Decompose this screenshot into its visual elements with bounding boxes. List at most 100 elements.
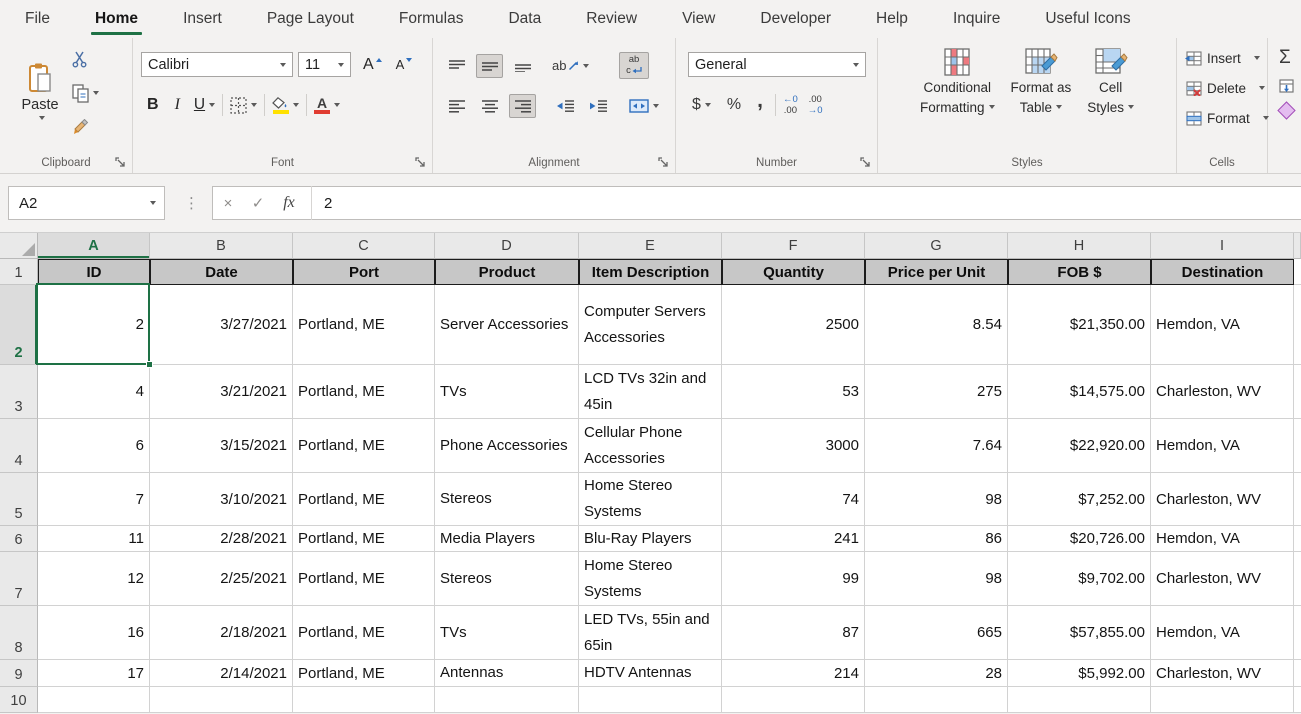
top-align-button[interactable] [443,54,470,78]
header-cell-A1[interactable]: ID [38,259,150,285]
name-box[interactable]: A2 [8,186,165,220]
cell-C9[interactable]: Portland, ME [293,660,435,687]
cell-extra[interactable] [1294,473,1301,526]
cell-extra[interactable] [1294,365,1301,419]
merge-center-button[interactable] [629,99,659,113]
cell-C10[interactable] [293,687,435,713]
column-header-E[interactable]: E [579,233,722,259]
tab-review[interactable]: Review [584,0,639,38]
increase-decimal-button[interactable]: ←0 .00 [783,95,798,115]
middle-align-button[interactable] [476,54,503,78]
cell-I4[interactable]: Hemdon, VA [1151,419,1294,473]
cell-D5[interactable]: Stereos [435,473,579,526]
cell-H10[interactable] [1008,687,1151,713]
cell-A10[interactable] [38,687,150,713]
row-header-1[interactable]: 1 [0,259,38,285]
format-painter-button[interactable] [72,116,99,138]
cell-D2[interactable]: Server Accessories [435,285,579,365]
cell-extra[interactable] [1294,526,1301,552]
align-center-button[interactable] [476,94,503,118]
cell-F3[interactable]: 53 [722,365,865,419]
column-header-I[interactable]: I [1151,233,1294,259]
cell-B5[interactable]: 3/10/2021 [150,473,293,526]
formula-input[interactable]: 2 [312,195,332,212]
cell-D6[interactable]: Media Players [435,526,579,552]
tab-developer[interactable]: Developer [758,0,833,38]
cell-extra[interactable] [1294,687,1301,713]
align-right-button[interactable] [509,94,536,118]
column-header-A[interactable]: A [38,233,150,259]
cell-I10[interactable] [1151,687,1294,713]
cell-E4[interactable]: Cellular Phone Accessories [579,419,722,473]
copy-button[interactable] [72,82,99,104]
shrink-font-button[interactable]: A [396,57,413,72]
tab-formulas[interactable]: Formulas [397,0,466,38]
italic-button[interactable]: I [175,96,180,114]
cancel-icon[interactable]: × [213,195,243,212]
cell-B9[interactable]: 2/14/2021 [150,660,293,687]
tab-data[interactable]: Data [506,0,543,38]
cell-D9[interactable]: Antennas [435,660,579,687]
cell-C5[interactable]: Portland, ME [293,473,435,526]
header-cell-H1[interactable]: FOB $ [1008,259,1151,285]
conditional-formatting-button[interactable]: Conditional Formatting [920,46,995,173]
column-header-F[interactable]: F [722,233,865,259]
align-left-button[interactable] [443,94,470,118]
cell-A9[interactable]: 17 [38,660,150,687]
cell-G5[interactable]: 98 [865,473,1008,526]
alignment-dialog-launcher-icon[interactable] [658,157,670,169]
header-cell-C1[interactable]: Port [293,259,435,285]
cut-button[interactable] [72,48,99,70]
percent-style-button[interactable]: % [727,96,741,114]
cell-extra[interactable] [1294,259,1301,285]
tab-inquire[interactable]: Inquire [951,0,1002,38]
wrap-text-button[interactable]: ab c [619,52,649,79]
insert-function-icon[interactable]: fx [273,194,305,212]
cell-B8[interactable]: 2/18/2021 [150,606,293,660]
cell-F6[interactable]: 241 [722,526,865,552]
cell-E9[interactable]: HDTV Antennas [579,660,722,687]
header-cell-B1[interactable]: Date [150,259,293,285]
cell-A6[interactable]: 11 [38,526,150,552]
row-header-2[interactable]: 2 [0,285,38,365]
tab-useful-icons[interactable]: Useful Icons [1043,0,1132,38]
tab-view[interactable]: View [680,0,717,38]
accounting-format-button[interactable]: $ [692,96,711,114]
cell-C7[interactable]: Portland, ME [293,552,435,606]
format-as-table-button[interactable]: Format as Table [1011,46,1072,173]
cell-extra[interactable] [1294,419,1301,473]
cell-A7[interactable]: 12 [38,552,150,606]
decrease-indent-button[interactable] [552,94,579,118]
select-all-corner[interactable] [0,233,38,259]
cell-extra[interactable] [1294,552,1301,606]
cell-E3[interactable]: LCD TVs 32in and 45in [579,365,722,419]
cell-extra[interactable] [1294,660,1301,687]
cell-A8[interactable]: 16 [38,606,150,660]
cell-D4[interactable]: Phone Accessories [435,419,579,473]
bold-button[interactable]: B [147,96,159,114]
underline-button[interactable]: U [194,96,215,114]
cell-G6[interactable]: 86 [865,526,1008,552]
cell-H2[interactable]: $21,350.00 [1008,285,1151,365]
cell-E7[interactable]: Home Stereo Systems [579,552,722,606]
cell-A2[interactable]: 2 [38,285,150,365]
cell-B4[interactable]: 3/15/2021 [150,419,293,473]
cell-B2[interactable]: 3/27/2021 [150,285,293,365]
clipboard-dialog-launcher-icon[interactable] [115,157,127,169]
cell-H7[interactable]: $9,702.00 [1008,552,1151,606]
cell-A4[interactable]: 6 [38,419,150,473]
column-header-B[interactable]: B [150,233,293,259]
font-size-select[interactable]: 11 [298,52,351,77]
header-cell-I1[interactable]: Destination [1151,259,1294,285]
cell-E5[interactable]: Home Stereo Systems [579,473,722,526]
cell-I8[interactable]: Hemdon, VA [1151,606,1294,660]
cell-A5[interactable]: 7 [38,473,150,526]
cell-extra[interactable] [1294,285,1301,365]
orientation-button[interactable]: ab [552,58,589,73]
font-dialog-launcher-icon[interactable] [415,157,427,169]
cell-H6[interactable]: $20,726.00 [1008,526,1151,552]
cell-H3[interactable]: $14,575.00 [1008,365,1151,419]
cell-I3[interactable]: Charleston, WV [1151,365,1294,419]
row-header-10[interactable]: 10 [0,687,38,713]
cell-F5[interactable]: 74 [722,473,865,526]
